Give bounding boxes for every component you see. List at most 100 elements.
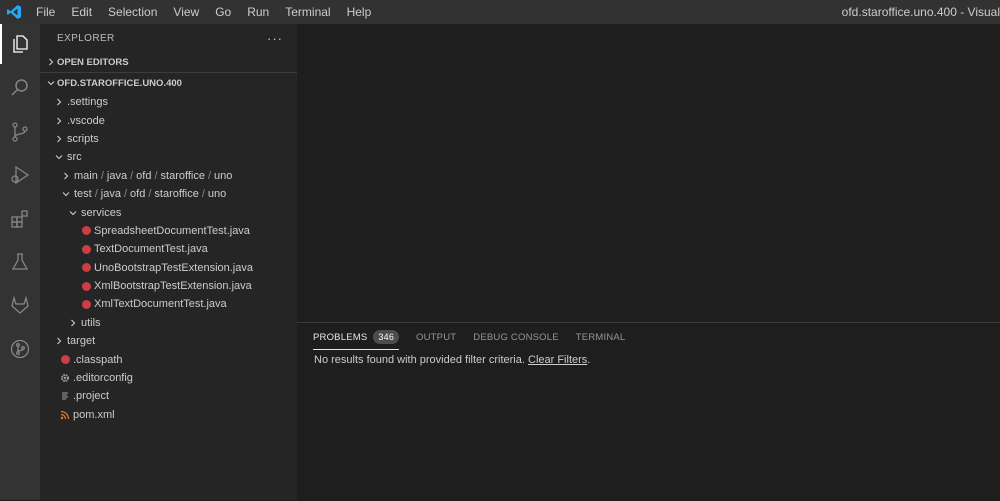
tree-item[interactable]: pom.xml (40, 406, 297, 424)
tree-item-label: uno (214, 169, 233, 182)
tab-problems-label: PROBLEMS (313, 331, 368, 343)
tree-item-label: staroffice (154, 188, 199, 201)
tree-item[interactable]: target (40, 332, 297, 350)
tree-item-label: pom.xml (73, 408, 115, 421)
tree-item[interactable]: UnoBootstrapTestExtension.java (40, 259, 297, 277)
chevron-right-icon (59, 169, 72, 182)
tab-terminal[interactable]: TERMINAL (576, 325, 626, 350)
tree-item-label: .vscode (67, 114, 105, 127)
tree-item-label: uno (207, 188, 227, 201)
tree-item-label: .settings (67, 96, 108, 109)
title-bar: File Edit Selection View Go Run Terminal… (0, 0, 1000, 24)
tree-item-label: ofd (130, 188, 146, 201)
tree-item[interactable]: src (40, 148, 297, 166)
path-separator: / (201, 188, 205, 201)
more-actions-icon[interactable]: ··· (267, 31, 283, 46)
tree-item[interactable]: XmlBootstrapTestExtension.java (40, 277, 297, 295)
source-control-icon[interactable] (0, 112, 40, 152)
tree-item[interactable]: .settings (40, 93, 297, 111)
gitlab-icon[interactable] (0, 285, 40, 325)
tree-item[interactable]: test / java / ofd / staroffice / uno (40, 185, 297, 203)
menu-view[interactable]: View (165, 0, 207, 24)
explorer-title: EXPLORER (57, 32, 115, 44)
chevron-right-icon (52, 96, 65, 109)
vscode-logo-icon (0, 0, 28, 24)
menu-bar: File Edit Selection View Go Run Terminal… (28, 0, 379, 24)
tree-item[interactable]: XmlTextDocumentTest.java (40, 295, 297, 313)
java-file-icon (79, 242, 93, 256)
clear-filters-link[interactable]: Clear Filters (528, 354, 587, 366)
tab-debug-console[interactable]: DEBUG CONSOLE (473, 325, 558, 350)
tree-item-label: scripts (67, 132, 99, 145)
menu-help[interactable]: Help (339, 0, 380, 24)
path-separator: / (154, 169, 158, 182)
menu-file[interactable]: File (28, 0, 63, 24)
extensions-icon[interactable] (0, 199, 40, 239)
menu-go[interactable]: Go (207, 0, 239, 24)
chevron-down-icon (44, 77, 57, 90)
message-period: . (587, 354, 591, 366)
tree-item[interactable]: .vscode (40, 111, 297, 129)
tree-item-label: src (67, 151, 82, 164)
tree-item[interactable]: .editorconfig (40, 369, 297, 387)
panel-tabs: PROBLEMS 346 OUTPUT DEBUG CONSOLE TERMIN… (297, 323, 1000, 350)
chevron-down-icon (66, 206, 79, 219)
tree-item-label: test (74, 188, 92, 201)
bottom-panel: PROBLEMS 346 OUTPUT DEBUG CONSOLE TERMIN… (297, 322, 1000, 501)
window-title: ofd.staroffice.uno.400 - Visual (841, 5, 1000, 19)
java-file-icon (79, 279, 93, 293)
explorer-header: EXPLORER ··· (40, 24, 297, 52)
tree-item-label: java (106, 169, 128, 182)
tree-item-label: .project (73, 390, 110, 403)
search-icon[interactable] (0, 68, 40, 108)
tree-item-label: .classpath (73, 353, 123, 366)
menu-selection[interactable]: Selection (100, 0, 165, 24)
path-separator: / (123, 188, 128, 201)
project-name: OFD.STAROFFICE.UNO.400 (57, 77, 182, 89)
menu-run[interactable]: Run (239, 0, 277, 24)
tree-item[interactable]: utils (40, 314, 297, 332)
tree-item-label: java (100, 188, 121, 201)
tree-item-label: target (67, 335, 96, 348)
tree-item[interactable]: .classpath (40, 350, 297, 368)
path-separator: / (207, 169, 212, 182)
tree-item[interactable]: TextDocumentTest.java (40, 240, 297, 258)
tab-problems[interactable]: PROBLEMS 346 (313, 325, 400, 350)
project-section[interactable]: OFD.STAROFFICE.UNO.400 (40, 72, 297, 93)
tree-item-label: staroffice (160, 169, 205, 182)
chevron-right-icon (66, 316, 79, 329)
path-separator: / (94, 188, 98, 201)
testing-icon[interactable] (0, 242, 40, 282)
tree-item[interactable]: SpreadsheetDocumentTest.java (40, 222, 297, 240)
java-file-icon (79, 261, 93, 275)
java-file-icon (79, 297, 93, 311)
activity-bar (0, 24, 40, 500)
tree-item[interactable]: scripts (40, 130, 297, 148)
git-graph-icon[interactable] (0, 329, 40, 369)
tree-item-label: ofd (136, 169, 152, 182)
chevron-down-icon (59, 188, 72, 201)
chevron-down-icon (52, 151, 65, 164)
run-debug-icon[interactable] (0, 155, 40, 195)
tree-item[interactable]: main / java / ofd / staroffice / uno (40, 167, 297, 185)
tree-item-label: utils (81, 316, 101, 329)
explorer-icon[interactable] (0, 24, 40, 64)
tree-item-label: TextDocumentTest.java (94, 243, 208, 256)
no-results-text: No results found with provided filter cr… (314, 354, 525, 366)
tree-item[interactable]: services (40, 203, 297, 221)
tab-output[interactable]: OUTPUT (416, 325, 456, 350)
tree-item-label: .editorconfig (73, 372, 133, 385)
menu-edit[interactable]: Edit (63, 0, 100, 24)
file-tree: .settings .vscode scripts src main / java / ofd /… (40, 93, 297, 424)
editor-area[interactable] (297, 24, 1000, 322)
open-editors-section[interactable]: OPEN EDITORS (40, 52, 297, 72)
path-separator: / (100, 169, 104, 182)
tree-item-label: XmlBootstrapTestExtension.java (94, 280, 252, 293)
problems-count-badge: 346 (373, 330, 400, 344)
tree-item-label: SpreadsheetDocumentTest.java (94, 224, 250, 237)
menu-terminal[interactable]: Terminal (277, 0, 338, 24)
tree-item[interactable]: .project (40, 387, 297, 405)
path-separator: / (148, 188, 152, 201)
chevron-right-icon (52, 132, 65, 145)
xml-file-icon (58, 408, 72, 422)
